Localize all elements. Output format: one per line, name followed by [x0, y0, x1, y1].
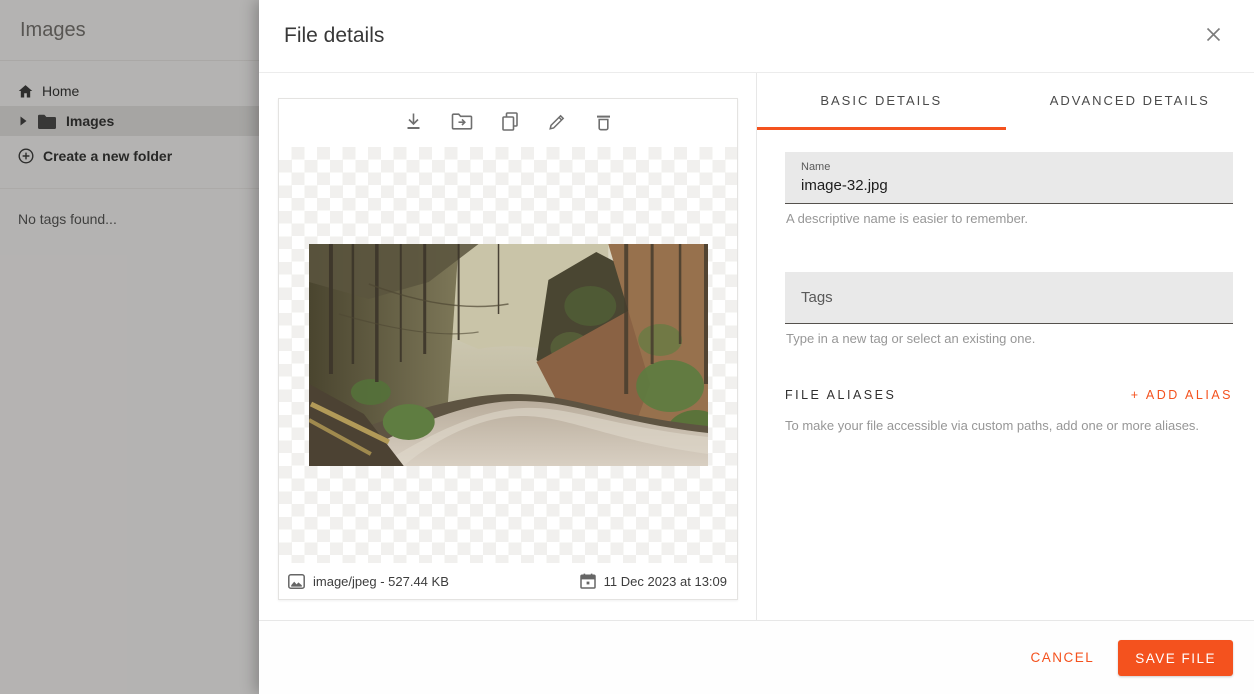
tags-field[interactable]: [785, 272, 1233, 324]
close-icon: [1205, 26, 1222, 46]
preview-meta-bar: image/jpeg - 527.44 KB 11 Dec 2023 at 13…: [279, 563, 737, 599]
tab-basic-details[interactable]: BASIC DETAILS: [757, 73, 1006, 130]
file-aliases-hint: To make your file accessible via custom …: [785, 418, 1233, 433]
name-input[interactable]: [801, 177, 1217, 194]
modal-header: File details: [259, 0, 1254, 73]
save-file-button[interactable]: SAVE FILE: [1118, 640, 1233, 676]
file-type-size-text: image/jpeg - 527.44 KB: [313, 574, 449, 589]
add-alias-button[interactable]: + ADD ALIAS: [1131, 388, 1233, 402]
trash-icon: [594, 112, 613, 135]
name-field[interactable]: Name: [785, 152, 1233, 204]
file-aliases-title: FILE ALIASES: [785, 388, 896, 402]
modal-body: image/jpeg - 527.44 KB 11 Dec 2023 at 13…: [259, 73, 1254, 620]
image-icon: [288, 574, 305, 589]
cancel-button[interactable]: CANCEL: [1030, 650, 1094, 665]
move-to-folder-icon: [451, 112, 473, 134]
file-type-size: image/jpeg - 527.44 KB: [288, 574, 449, 589]
tags-input[interactable]: [801, 289, 1217, 306]
calendar-icon: [580, 573, 596, 589]
close-button[interactable]: [1202, 25, 1224, 47]
modal-overlay[interactable]: [0, 0, 259, 694]
copy-button[interactable]: [500, 111, 520, 135]
copy-icon: [500, 111, 520, 135]
tags-field-hint: Type in a new tag or select an existing …: [786, 331, 1233, 346]
details-tabs: BASIC DETAILS ADVANCED DETAILS: [757, 73, 1254, 130]
rename-button[interactable]: [547, 112, 567, 135]
preview-card: image/jpeg - 527.44 KB 11 Dec 2023 at 13…: [278, 98, 738, 600]
basic-details-form: Name A descriptive name is easier to rem…: [757, 130, 1254, 433]
transparency-checkerboard: [279, 147, 737, 563]
tab-advanced-details[interactable]: ADVANCED DETAILS: [1006, 73, 1254, 130]
file-date: 11 Dec 2023 at 13:09: [580, 573, 727, 589]
file-preview-image: [309, 244, 708, 466]
delete-button[interactable]: [594, 112, 613, 135]
name-field-label: Name: [801, 161, 1217, 173]
file-details-modal: File details: [259, 0, 1254, 694]
preview-toolbar: [279, 99, 737, 147]
file-date-text: 11 Dec 2023 at 13:09: [604, 574, 727, 589]
media-library-sidebar: Images Home Images Create a new folder N…: [0, 0, 259, 694]
move-to-folder-button[interactable]: [451, 112, 473, 134]
file-aliases-header: FILE ALIASES + ADD ALIAS: [785, 388, 1233, 402]
pencil-icon: [547, 112, 567, 135]
details-pane: BASIC DETAILS ADVANCED DETAILS Name A de…: [756, 73, 1254, 620]
name-field-hint: A descriptive name is easier to remember…: [786, 211, 1233, 226]
preview-pane: image/jpeg - 527.44 KB 11 Dec 2023 at 13…: [259, 73, 756, 620]
download-icon: [403, 111, 424, 135]
modal-title: File details: [284, 24, 1202, 48]
download-button[interactable]: [403, 111, 424, 135]
modal-footer: CANCEL SAVE FILE: [259, 620, 1254, 694]
